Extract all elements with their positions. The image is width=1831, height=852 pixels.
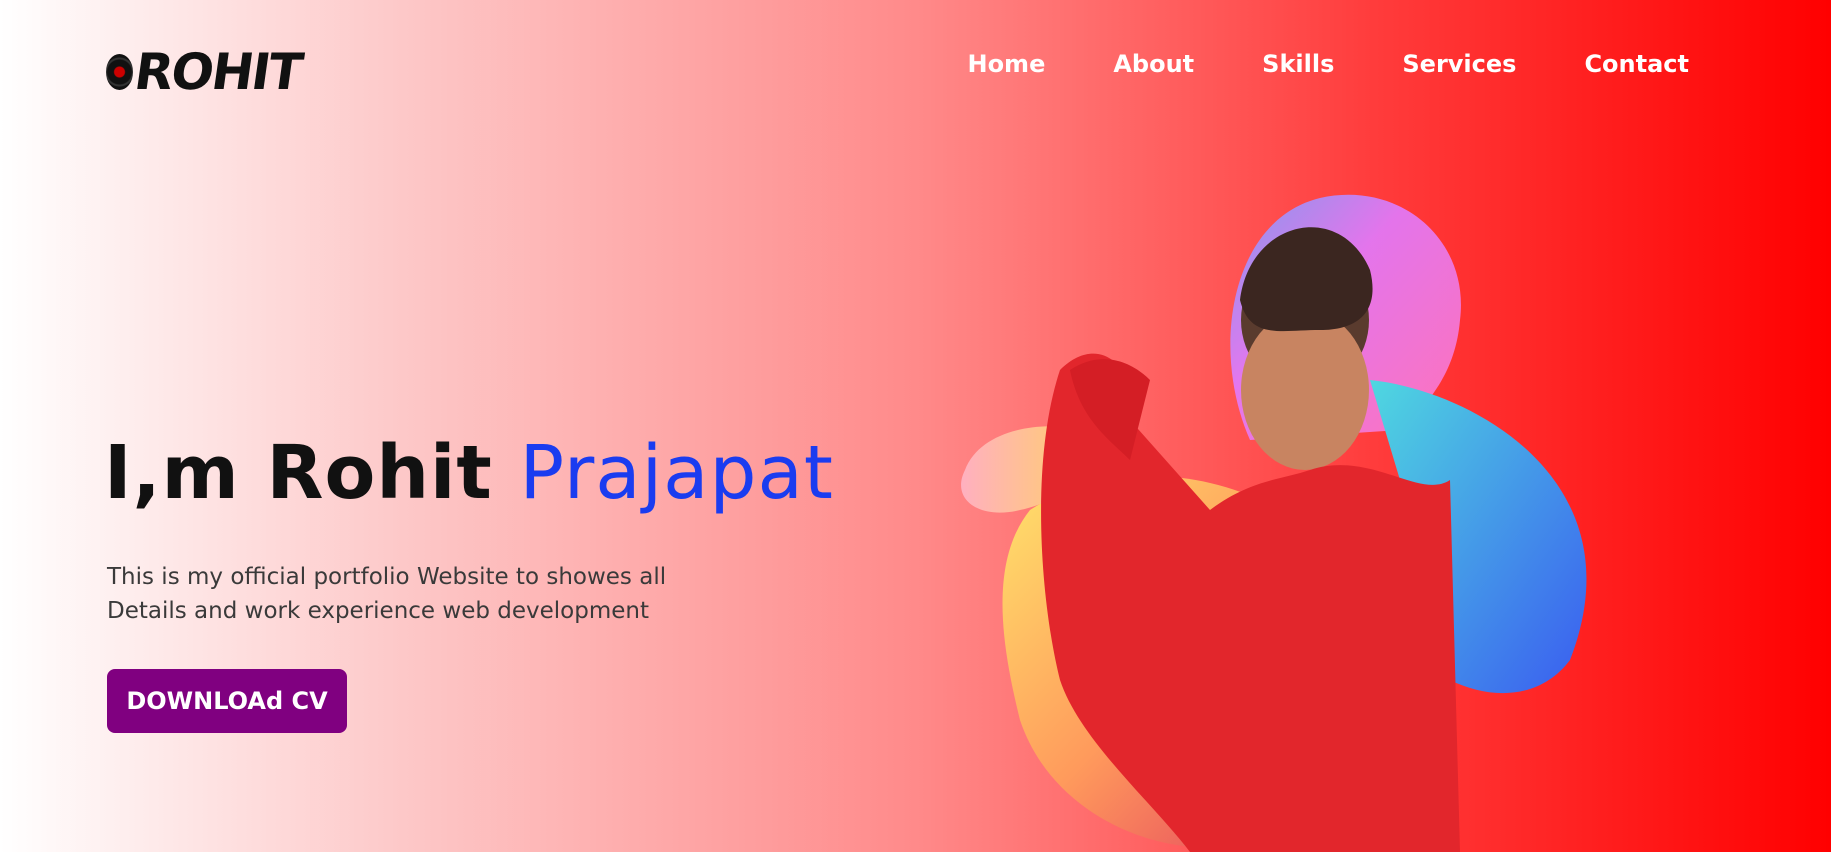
site-logo[interactable]: ROHIT — [106, 38, 305, 106]
nav-skills[interactable]: Skills — [1262, 50, 1334, 78]
download-cv-button[interactable]: DOWNLOAd CV — [107, 669, 347, 733]
main-nav: Home About Skills Services Contact — [967, 50, 1689, 78]
nav-home[interactable]: Home — [967, 50, 1045, 78]
hero-description: This is my official portfolio Website to… — [107, 564, 667, 624]
hero-title-main: I,m Rohit — [104, 430, 520, 516]
nav-about[interactable]: About — [1113, 50, 1194, 78]
logo-text: ROHIT — [131, 43, 306, 101]
site-header: ROHIT Home About Skills Services Contact — [0, 0, 1831, 140]
nav-contact[interactable]: Contact — [1584, 50, 1689, 78]
vinyl-disc-icon — [106, 54, 134, 90]
hero-portrait-image — [950, 180, 1630, 852]
hero-title-accent: Prajapat — [519, 430, 834, 516]
hero-title: I,m Rohit Prajapat — [104, 430, 834, 516]
nav-services[interactable]: Services — [1402, 50, 1516, 78]
